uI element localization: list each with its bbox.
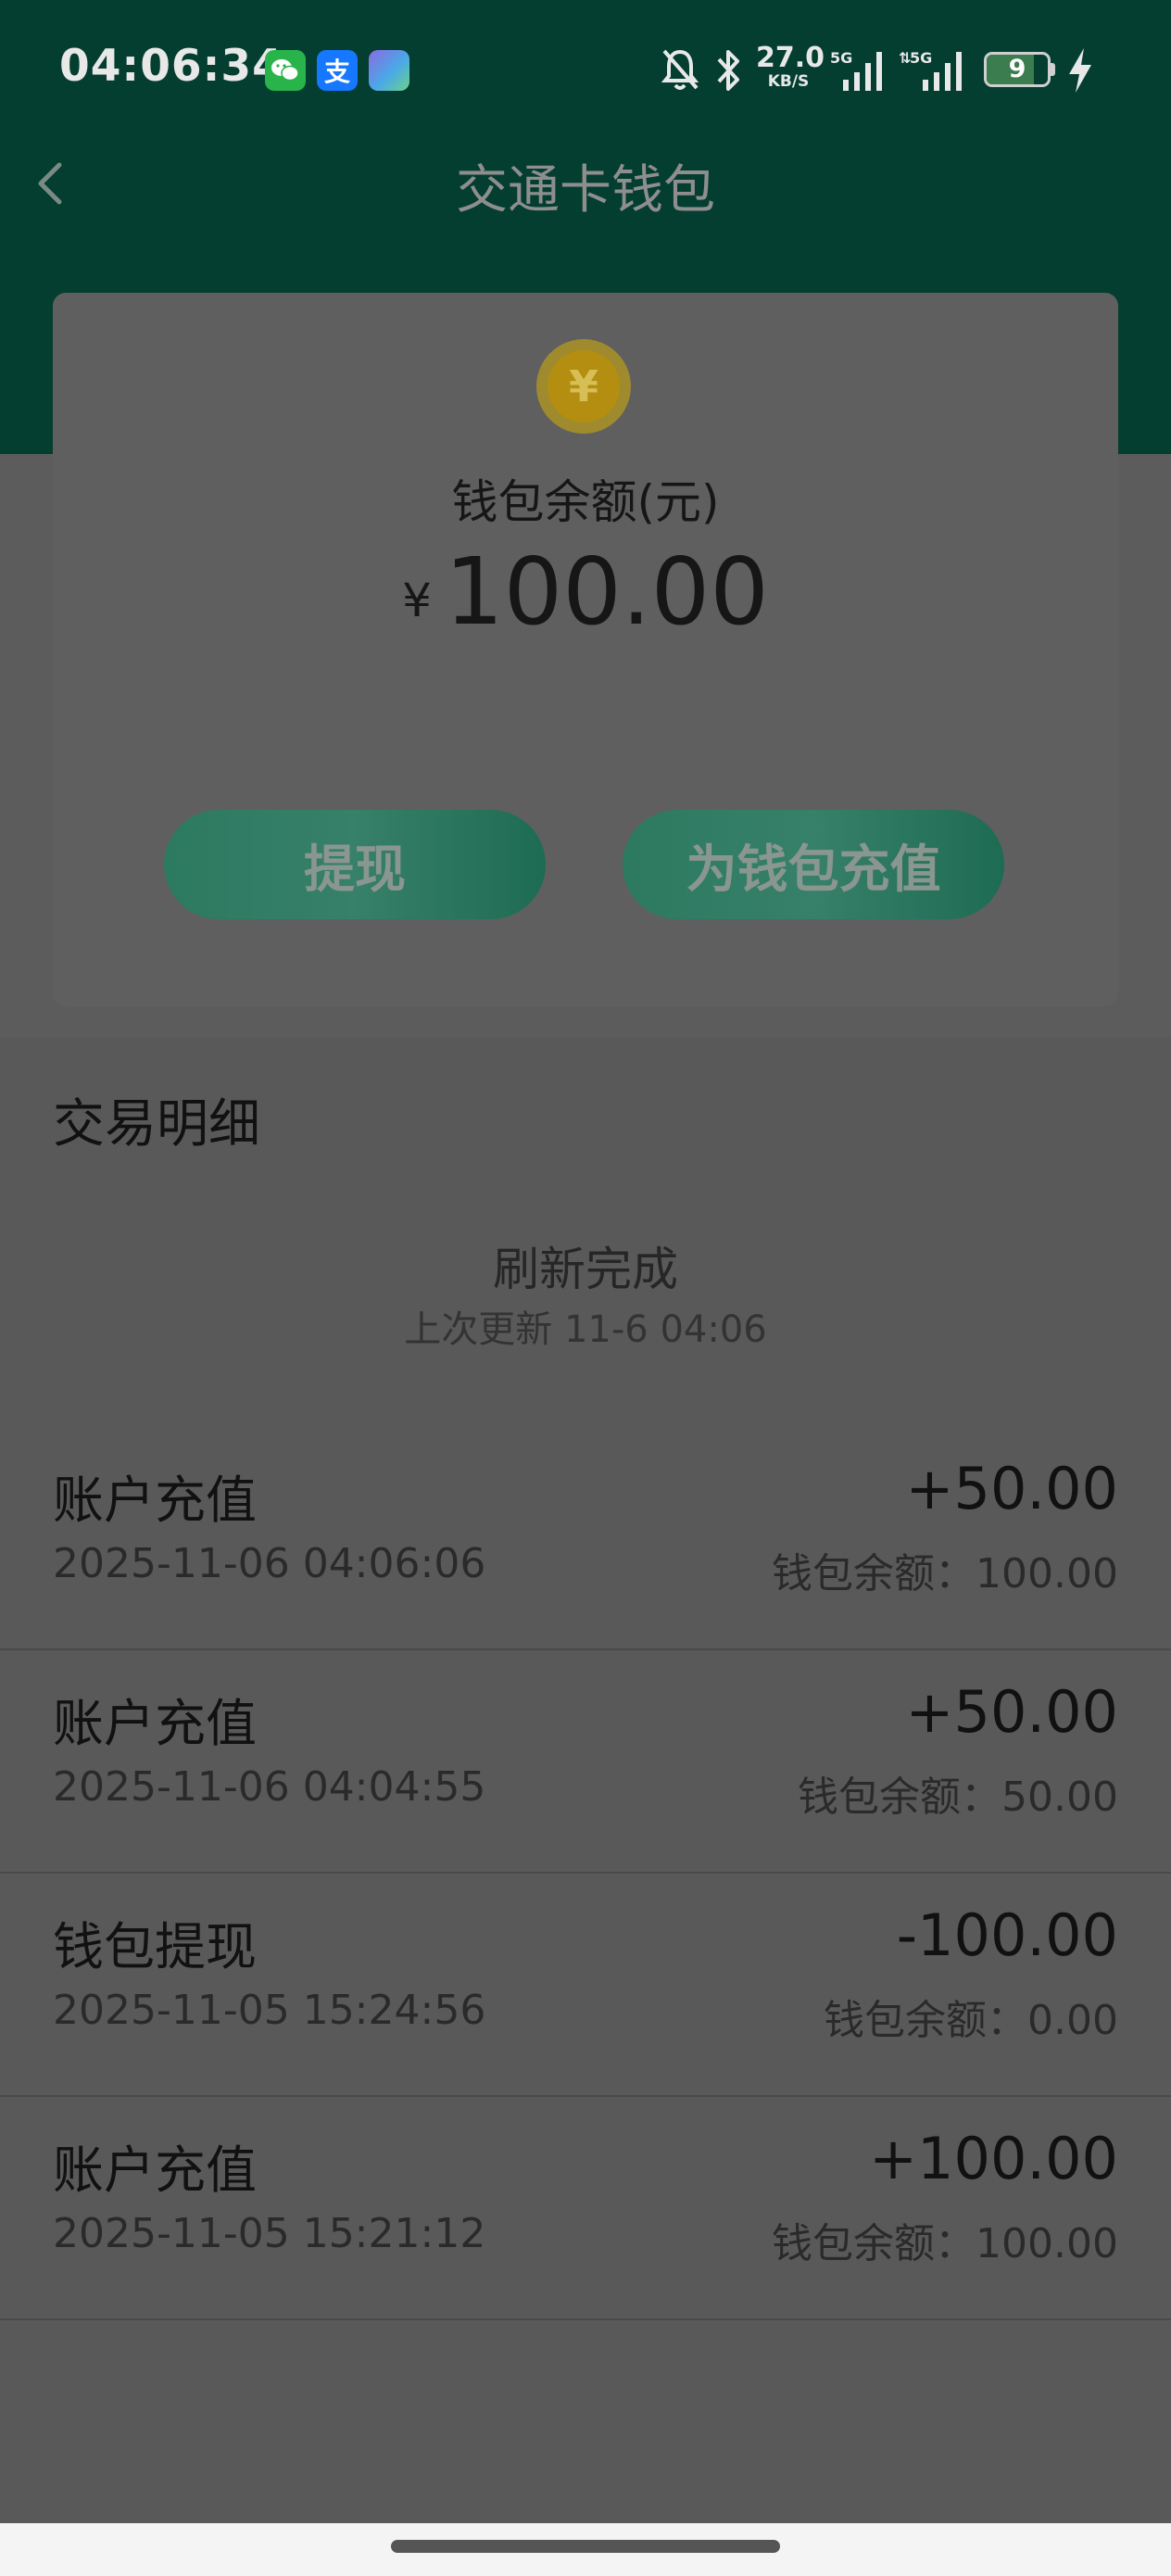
signal-icon: ⇅ 5G: [899, 49, 962, 91]
refresh-status: 刷新完成: [493, 1243, 678, 1296]
transaction-row[interactable]: 账户充值 2025-11-06 04:06:06 +50.00 钱包余额：100…: [0, 1427, 1171, 1650]
alipay-icon: 支: [317, 50, 358, 91]
battery-level: 9: [1008, 55, 1026, 83]
transaction-balance: 钱包余额：100.00: [772, 2220, 1118, 2267]
gallery-icon: [369, 50, 409, 91]
navigation-bar: [0, 2523, 1171, 2576]
network-speed: 27.0 KB/S: [756, 42, 825, 91]
transactions-section-title: 交易明细: [53, 1094, 260, 1155]
transaction-row[interactable]: 账户充值 2025-11-05 15:21:12 +100.00 钱包余额：10…: [0, 2097, 1171, 2320]
balance-label: 钱包余额(元): [451, 475, 720, 529]
wallet-balance-card: ¥ 钱包余额(元) ¥100.00 提现 为钱包充值: [53, 293, 1118, 1006]
page-title: 交通卡钱包: [456, 160, 715, 221]
transaction-amount: +100.00: [869, 2125, 1118, 2192]
withdraw-button[interactable]: 提现: [164, 810, 546, 919]
home-indicator[interactable]: [391, 2540, 780, 2553]
currency-symbol: ¥: [402, 574, 432, 627]
battery-cap: [1051, 63, 1055, 76]
last-update-time: 上次更新 11-6 04:06: [404, 1308, 767, 1351]
transaction-date: 2025-11-06 04:06:06: [53, 1540, 486, 1587]
balance-value: 100.00: [444, 537, 769, 646]
battery-icon: 9: [984, 52, 1051, 87]
recharge-wallet-button[interactable]: 为钱包充值: [623, 810, 1004, 919]
mute-bell-icon: [661, 49, 699, 90]
bluetooth-icon: [717, 50, 739, 91]
transaction-row[interactable]: 账户充值 2025-11-06 04:04:55 +50.00 钱包余额：50.…: [0, 1650, 1171, 1874]
transaction-amount: +50.00: [905, 1455, 1118, 1522]
status-time: 04:06:34: [59, 41, 283, 92]
charging-icon: [1069, 48, 1091, 93]
signal-icon: 5G: [830, 49, 882, 91]
transaction-type: 账户充值: [53, 1471, 258, 1530]
transaction-date: 2025-11-05 15:21:12: [53, 2210, 486, 2257]
transaction-type: 账户充值: [53, 2140, 258, 2200]
coin-symbol: ¥: [548, 350, 620, 423]
balance-amount: ¥100.00: [53, 537, 1118, 646]
transaction-balance: 钱包余额：50.00: [798, 1774, 1118, 1821]
svg-text:5G: 5G: [830, 49, 852, 67]
transaction-date: 2025-11-05 15:24:56: [53, 1987, 486, 2034]
transaction-row[interactable]: 钱包提现 2025-11-05 15:24:56 -100.00 钱包余额：0.…: [0, 1874, 1171, 2097]
transaction-balance: 钱包余额：100.00: [772, 1550, 1118, 1597]
transaction-type: 账户充值: [53, 1694, 258, 1753]
wechat-icon: [265, 50, 306, 91]
transaction-amount: -100.00: [896, 1901, 1118, 1969]
transaction-date: 2025-11-06 04:04:55: [53, 1763, 486, 1811]
status-bar: 04:06:34 支 27.0 KB/S 5G ⇅ 5G 9: [0, 0, 1171, 139]
svg-text:5G: 5G: [910, 49, 932, 67]
coin-icon: ¥: [536, 339, 631, 434]
transaction-list: 账户充值 2025-11-06 04:06:06 +50.00 钱包余额：100…: [0, 1427, 1171, 2320]
transaction-balance: 钱包余额：0.00: [824, 1997, 1118, 2044]
transaction-type: 钱包提现: [53, 1917, 258, 1976]
transaction-amount: +50.00: [905, 1678, 1118, 1746]
